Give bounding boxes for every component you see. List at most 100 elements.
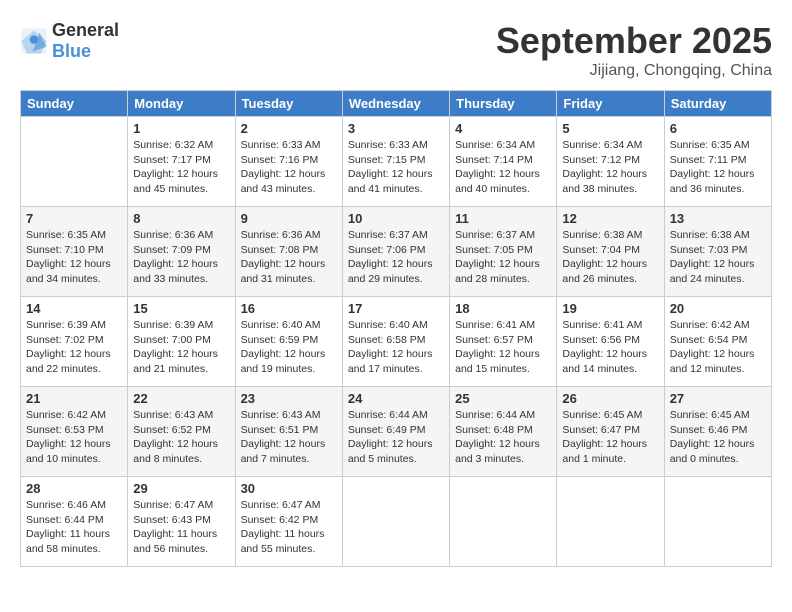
day-number: 29 [133, 481, 229, 496]
calendar-cell: 20 Sunrise: 6:42 AMSunset: 6:54 PMDayligh… [664, 297, 771, 387]
day-info: Sunrise: 6:37 AMSunset: 7:06 PMDaylight:… [348, 228, 444, 287]
calendar-cell: 21 Sunrise: 6:42 AMSunset: 6:53 PMDayligh… [21, 387, 128, 477]
day-info: Sunrise: 6:39 AMSunset: 7:02 PMDaylight:… [26, 318, 122, 377]
week-row-5: 28 Sunrise: 6:46 AMSunset: 6:44 PMDayligh… [21, 477, 772, 567]
day-info: Sunrise: 6:38 AMSunset: 7:04 PMDaylight:… [562, 228, 658, 287]
calendar-cell [342, 477, 449, 567]
day-info: Sunrise: 6:41 AMSunset: 6:57 PMDaylight:… [455, 318, 551, 377]
day-number: 13 [670, 211, 766, 226]
week-row-3: 14 Sunrise: 6:39 AMSunset: 7:02 PMDayligh… [21, 297, 772, 387]
day-info: Sunrise: 6:37 AMSunset: 7:05 PMDaylight:… [455, 228, 551, 287]
day-number: 5 [562, 121, 658, 136]
day-info: Sunrise: 6:42 AMSunset: 6:53 PMDaylight:… [26, 408, 122, 467]
day-info: Sunrise: 6:42 AMSunset: 6:54 PMDaylight:… [670, 318, 766, 377]
day-info: Sunrise: 6:47 AMSunset: 6:43 PMDaylight:… [133, 498, 229, 557]
calendar-cell: 15 Sunrise: 6:39 AMSunset: 7:00 PMDayligh… [128, 297, 235, 387]
day-number: 23 [241, 391, 337, 406]
calendar-cell: 12 Sunrise: 6:38 AMSunset: 7:04 PMDayligh… [557, 207, 664, 297]
day-number: 20 [670, 301, 766, 316]
calendar-cell: 9Sunrise: 6:36 AMSunset: 7:08 PMDaylight… [235, 207, 342, 297]
calendar-cell: 16Sunrise: 6:40 AMSunset: 6:59 PMDayligh… [235, 297, 342, 387]
day-number: 30 [241, 481, 337, 496]
day-info: Sunrise: 6:39 AMSunset: 7:00 PMDaylight:… [133, 318, 229, 377]
day-header-monday: Monday [128, 91, 235, 117]
calendar-cell: 7 Sunrise: 6:35 AMSunset: 7:10 PMDaylight… [21, 207, 128, 297]
day-number: 7 [26, 211, 122, 226]
day-number: 18 [455, 301, 551, 316]
day-header-sunday: Sunday [21, 91, 128, 117]
logo-text: General Blue [52, 20, 119, 62]
day-number: 14 [26, 301, 122, 316]
calendar-cell [21, 117, 128, 207]
calendar-cell [557, 477, 664, 567]
calendar-cell: 22 Sunrise: 6:43 AMSunset: 6:52 PMDayligh… [128, 387, 235, 477]
day-info: Sunrise: 6:47 AMSunset: 6:42 PMDaylight:… [241, 498, 337, 557]
day-info: Sunrise: 6:33 AMSunset: 7:15 PMDaylight:… [348, 138, 444, 197]
day-number: 24 [348, 391, 444, 406]
day-info: Sunrise: 6:33 AMSunset: 7:16 PMDaylight:… [241, 138, 337, 197]
day-number: 15 [133, 301, 229, 316]
day-number: 2 [241, 121, 337, 136]
day-header-saturday: Saturday [664, 91, 771, 117]
calendar-cell: 30 Sunrise: 6:47 AMSunset: 6:42 PMDayligh… [235, 477, 342, 567]
week-row-1: 1 Sunrise: 6:32 AMSunset: 7:17 PMDaylight… [21, 117, 772, 207]
calendar-cell: 26Sunrise: 6:45 AMSunset: 6:47 PMDayligh… [557, 387, 664, 477]
calendar-cell: 27Sunrise: 6:45 AMSunset: 6:46 PMDayligh… [664, 387, 771, 477]
day-number: 10 [348, 211, 444, 226]
calendar-cell: 13Sunrise: 6:38 AMSunset: 7:03 PMDayligh… [664, 207, 771, 297]
day-number: 1 [133, 121, 229, 136]
calendar-cell: 25 Sunrise: 6:44 AMSunset: 6:48 PMDayligh… [450, 387, 557, 477]
day-info: Sunrise: 6:41 AMSunset: 6:56 PMDaylight:… [562, 318, 658, 377]
calendar-cell: 18 Sunrise: 6:41 AMSunset: 6:57 PMDayligh… [450, 297, 557, 387]
week-row-2: 7 Sunrise: 6:35 AMSunset: 7:10 PMDaylight… [21, 207, 772, 297]
logo-icon [20, 27, 48, 55]
day-header-wednesday: Wednesday [342, 91, 449, 117]
day-number: 9 [241, 211, 337, 226]
header: General Blue September 2025 Jijiang, Cho… [20, 20, 772, 80]
calendar-cell: 19 Sunrise: 6:41 AMSunset: 6:56 PMDayligh… [557, 297, 664, 387]
calendar-cell: 6Sunrise: 6:35 AMSunset: 7:11 PMDaylight… [664, 117, 771, 207]
calendar-title: September 2025 [496, 20, 772, 62]
day-info: Sunrise: 6:43 AMSunset: 6:52 PMDaylight:… [133, 408, 229, 467]
calendar-cell: 5Sunrise: 6:34 AMSunset: 7:12 PMDaylight… [557, 117, 664, 207]
calendar-cell: 24Sunrise: 6:44 AMSunset: 6:49 PMDayligh… [342, 387, 449, 477]
day-info: Sunrise: 6:40 AMSunset: 6:58 PMDaylight:… [348, 318, 444, 377]
title-area: September 2025 Jijiang, Chongqing, China [496, 20, 772, 80]
calendar-cell [450, 477, 557, 567]
day-info: Sunrise: 6:32 AMSunset: 7:17 PMDaylight:… [133, 138, 229, 197]
day-info: Sunrise: 6:35 AMSunset: 7:10 PMDaylight:… [26, 228, 122, 287]
calendar-cell: 23Sunrise: 6:43 AMSunset: 6:51 PMDayligh… [235, 387, 342, 477]
day-number: 3 [348, 121, 444, 136]
days-header-row: SundayMondayTuesdayWednesdayThursdayFrid… [21, 91, 772, 117]
day-header-friday: Friday [557, 91, 664, 117]
logo-general: General [52, 20, 119, 40]
calendar-subtitle: Jijiang, Chongqing, China [496, 62, 772, 80]
calendar-cell: 11 Sunrise: 6:37 AMSunset: 7:05 PMDayligh… [450, 207, 557, 297]
calendar-cell: 14 Sunrise: 6:39 AMSunset: 7:02 PMDayligh… [21, 297, 128, 387]
day-number: 25 [455, 391, 551, 406]
day-number: 11 [455, 211, 551, 226]
day-number: 21 [26, 391, 122, 406]
calendar-cell: 29 Sunrise: 6:47 AMSunset: 6:43 PMDayligh… [128, 477, 235, 567]
calendar-cell: 10 Sunrise: 6:37 AMSunset: 7:06 PMDayligh… [342, 207, 449, 297]
day-number: 28 [26, 481, 122, 496]
calendar-cell: 8Sunrise: 6:36 AMSunset: 7:09 PMDaylight… [128, 207, 235, 297]
day-info: Sunrise: 6:45 AMSunset: 6:46 PMDaylight:… [670, 408, 766, 467]
day-info: Sunrise: 6:36 AMSunset: 7:09 PMDaylight:… [133, 228, 229, 287]
calendar-cell [664, 477, 771, 567]
day-number: 19 [562, 301, 658, 316]
week-row-4: 21 Sunrise: 6:42 AMSunset: 6:53 PMDayligh… [21, 387, 772, 477]
day-info: Sunrise: 6:34 AMSunset: 7:14 PMDaylight:… [455, 138, 551, 197]
day-info: Sunrise: 6:35 AMSunset: 7:11 PMDaylight:… [670, 138, 766, 197]
calendar-cell: 28 Sunrise: 6:46 AMSunset: 6:44 PMDayligh… [21, 477, 128, 567]
calendar-cell: 2 Sunrise: 6:33 AMSunset: 7:16 PMDaylight… [235, 117, 342, 207]
day-info: Sunrise: 6:46 AMSunset: 6:44 PMDaylight:… [26, 498, 122, 557]
day-number: 22 [133, 391, 229, 406]
day-info: Sunrise: 6:45 AMSunset: 6:47 PMDaylight:… [562, 408, 658, 467]
calendar-table: SundayMondayTuesdayWednesdayThursdayFrid… [20, 90, 772, 567]
day-info: Sunrise: 6:44 AMSunset: 6:48 PMDaylight:… [455, 408, 551, 467]
logo-blue: Blue [52, 41, 91, 61]
day-number: 12 [562, 211, 658, 226]
calendar-cell: 4Sunrise: 6:34 AMSunset: 7:14 PMDaylight… [450, 117, 557, 207]
day-number: 17 [348, 301, 444, 316]
